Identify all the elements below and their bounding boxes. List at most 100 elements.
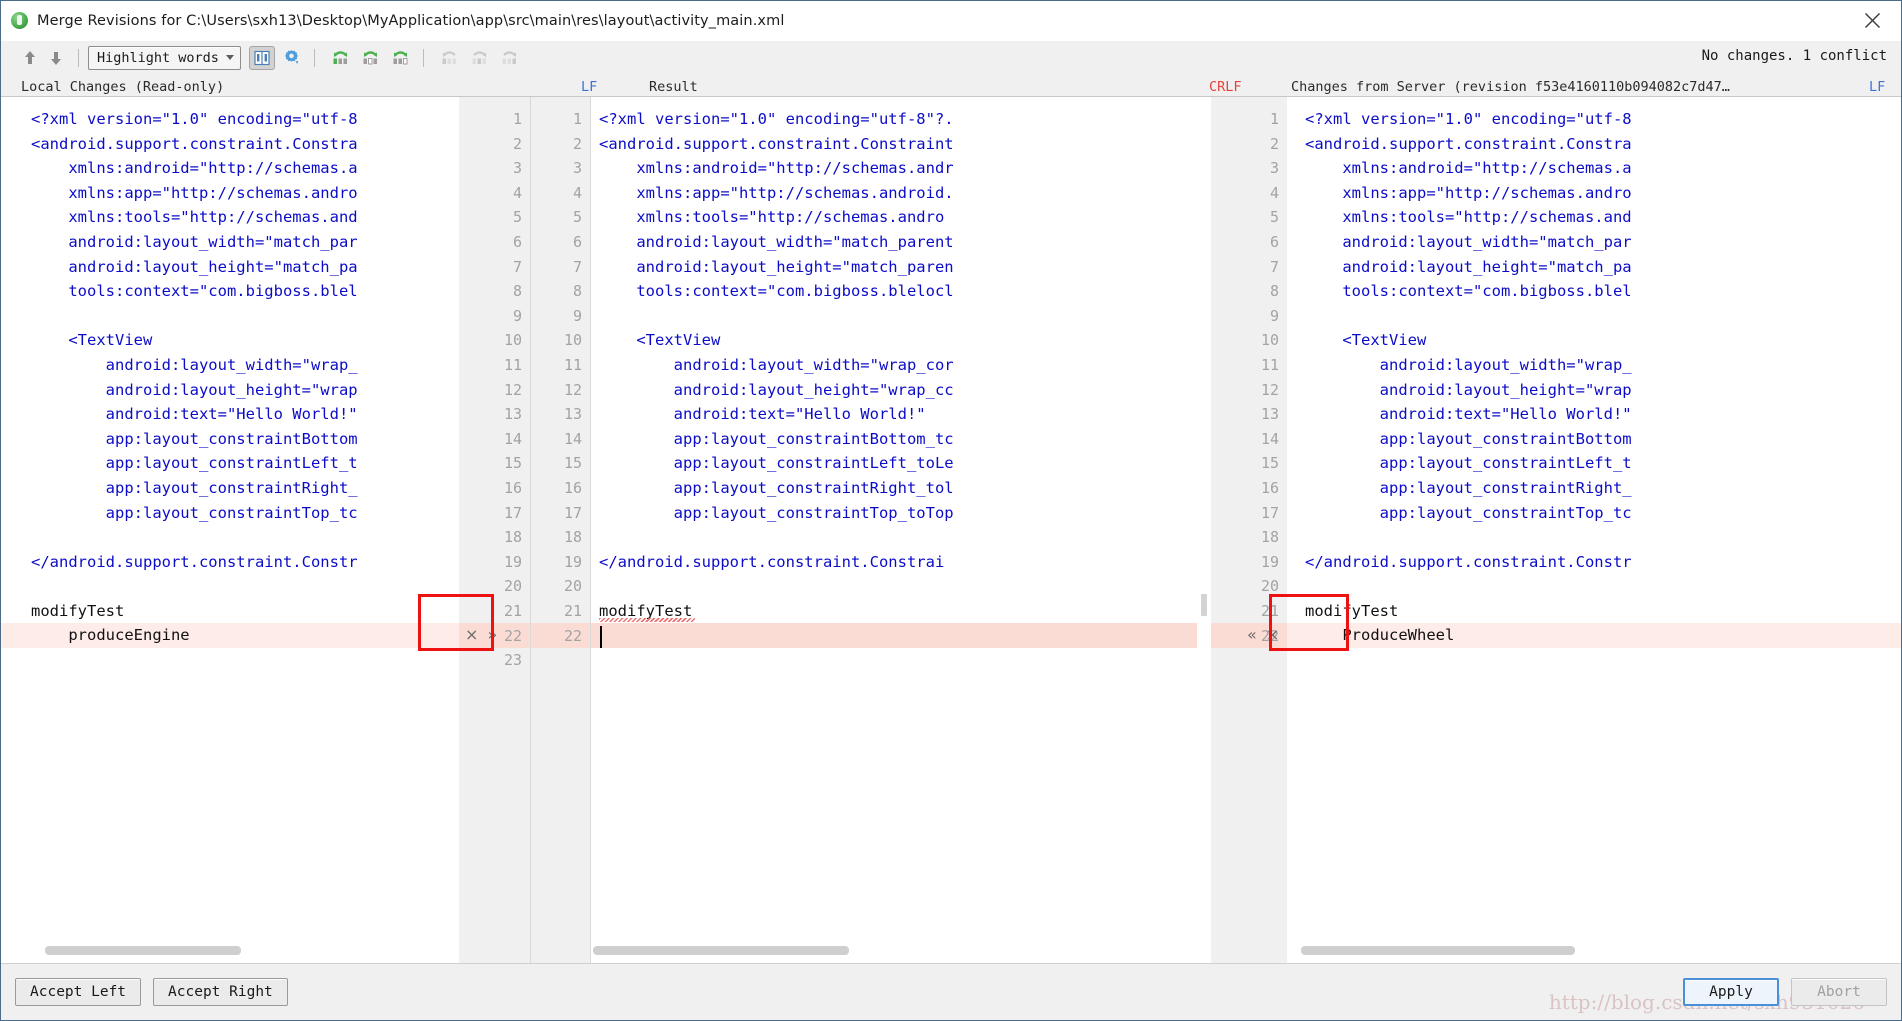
line-number: 17: [1260, 503, 1279, 522]
line-number: 9: [572, 306, 582, 325]
result-horizontal-scrollbar[interactable]: [593, 946, 849, 955]
code-line: tools:context="com.bigboss.blel: [1305, 282, 1632, 301]
apply-both-icon[interactable]: [467, 46, 493, 70]
side-by-side-view-icon[interactable]: [248, 45, 275, 70]
code-line: xmlns:app="http://schemas.android.: [599, 183, 954, 202]
code-line: <TextView: [599, 331, 721, 350]
code-line: android:layout_height="wrap: [31, 380, 358, 399]
line-number: 19: [563, 552, 582, 571]
apply-button[interactable]: Apply: [1683, 978, 1779, 1006]
arrow-down-icon[interactable]: [43, 46, 69, 70]
line-number: 22: [563, 626, 582, 645]
apply-right-icon[interactable]: [497, 46, 523, 70]
line-number: 22: [503, 626, 522, 645]
line-number: 7: [512, 257, 522, 276]
line-number: 6: [1269, 233, 1279, 251]
gear-icon[interactable]: [279, 46, 305, 70]
code-line: app:layout_constraintLeft_t: [1305, 454, 1632, 473]
pane-splitter[interactable]: [1197, 97, 1211, 963]
code-line: <android.support.constraint.Constra: [1305, 134, 1632, 153]
line-number: 7: [1269, 257, 1279, 276]
result-left-gutter: 1 2 3 4 5 6 7 8 9 10 11 12 13 14 15 16 17 18 19 20 21 22: [531, 97, 591, 963]
line-number: 11: [503, 356, 522, 374]
right-horizontal-scrollbar[interactable]: [1301, 946, 1575, 955]
line-number: 9: [512, 306, 522, 325]
splitter-grip[interactable]: [1201, 594, 1207, 616]
right-pane-header: Changes from Server (revision f53e416011…: [1291, 79, 1730, 95]
line-number: 6: [572, 233, 582, 251]
window-title: Merge Revisions for C:\Users\sxh13\Deskt…: [37, 12, 785, 29]
merge-panes: <?xml version="1.0" encoding="utf-8 <andr…: [1, 96, 1901, 963]
result-code-lines: <?xml version="1.0" encoding="utf-8"?. <a…: [591, 107, 954, 648]
code-line: android:text="Hello World!": [1305, 405, 1632, 424]
collapse-unchanged-icon[interactable]: [388, 46, 414, 70]
code-line: xmlns:android="http://schemas.a: [31, 159, 358, 178]
abort-button[interactable]: Abort: [1791, 978, 1887, 1006]
code-line: xmlns:app="http://schemas.andro: [1305, 183, 1632, 202]
line-number: 12: [503, 380, 522, 399]
code-line: app:layout_constraintTop_toTop: [599, 503, 954, 522]
highlight-mode-dropdown[interactable]: Highlight words: [88, 45, 241, 70]
conflict-status-text: No changes. 1 conflict: [1701, 48, 1887, 64]
line-number: 5: [512, 208, 522, 227]
result-code-area[interactable]: <?xml version="1.0" encoding="utf-8"?. <a…: [591, 97, 1197, 963]
line-number: 4: [1269, 183, 1279, 202]
toolbar-divider-2: [313, 48, 315, 67]
apply-left-icon[interactable]: [437, 46, 463, 70]
line-number: 3: [572, 159, 582, 178]
code-line: android:layout_width="wrap_: [1305, 355, 1632, 374]
close-icon[interactable]: [1843, 1, 1901, 39]
chevron-down-icon: [225, 55, 234, 60]
line-number: 4: [512, 183, 522, 202]
result-text-caret: [600, 625, 602, 648]
code-line: produceEngine: [31, 626, 190, 645]
expand-all-icon[interactable]: [358, 46, 384, 70]
line-number: 14: [563, 429, 582, 448]
line-number: 5: [572, 208, 582, 227]
code-line: <android.support.constraint.Constra: [31, 134, 358, 153]
line-number: 15: [563, 454, 582, 473]
line-number: 10: [503, 331, 522, 350]
line-number: 18: [503, 528, 522, 547]
right-gutter: 1 2 3 4 5 6 7 8 9 10 11 12 13 14 15 16 17 18 19 20 21 22 « ×: [1211, 97, 1287, 963]
line-number: 12: [563, 380, 582, 399]
code-line: android:layout_height="match_paren: [599, 257, 954, 276]
line-number: 21: [563, 602, 582, 620]
merge-revisions-window: Merge Revisions for C:\Users\sxh13\Deskt…: [0, 0, 1902, 1021]
code-line: </android.support.constraint.Constr: [31, 552, 358, 571]
accept-left-button[interactable]: Accept Left: [15, 978, 142, 1006]
line-number: 16: [563, 479, 582, 497]
line-number: 18: [1260, 528, 1279, 547]
code-line: android:layout_width="wrap_cor: [599, 355, 954, 374]
code-line: android:text="Hello World!": [31, 405, 358, 424]
left-conflict-actions[interactable]: × »: [465, 623, 499, 648]
arrow-up-icon[interactable]: [17, 46, 43, 70]
line-number: 8: [1269, 282, 1279, 301]
left-horizontal-scrollbar[interactable]: [45, 946, 241, 955]
code-line: xmlns:android="http://schemas.andr: [599, 159, 954, 178]
right-conflict-actions[interactable]: « ×: [1247, 623, 1281, 648]
code-line: android:layout_width="match_par: [31, 232, 358, 251]
code-line: </android.support.constraint.Constr: [1305, 552, 1632, 571]
line-number: 16: [503, 479, 522, 497]
code-line: xmlns:tools="http://schemas.and: [31, 208, 358, 227]
left-line-separator-label: LF: [581, 79, 598, 95]
code-line: android:layout_height="match_pa: [31, 257, 358, 276]
code-line: app:layout_constraintBottom: [31, 429, 358, 448]
line-number: 16: [1260, 479, 1279, 497]
line-number: 11: [563, 356, 582, 374]
left-code-area[interactable]: <?xml version="1.0" encoding="utf-8 <andr…: [1, 97, 459, 963]
line-number: 19: [503, 552, 522, 571]
left-gutter: × » 1 2 3 4 5 6 7 8 9 10 11 12 13 14 15 16 17 18 19 20 21 22 2…: [459, 97, 531, 963]
code-line: <?xml version="1.0" encoding="utf-8: [31, 110, 358, 128]
collapse-all-icon[interactable]: [328, 46, 354, 70]
toolbar-divider-3: [422, 48, 424, 67]
accept-right-button[interactable]: Accept Right: [153, 978, 288, 1006]
code-line: tools:context="com.bigboss.blel: [31, 282, 358, 301]
bottom-bar: Accept Left Accept Right http://blog.csd…: [1, 963, 1901, 1020]
line-number: 3: [512, 159, 522, 178]
right-code-area[interactable]: <?xml version="1.0" encoding="utf-8 <andr…: [1287, 97, 1901, 963]
